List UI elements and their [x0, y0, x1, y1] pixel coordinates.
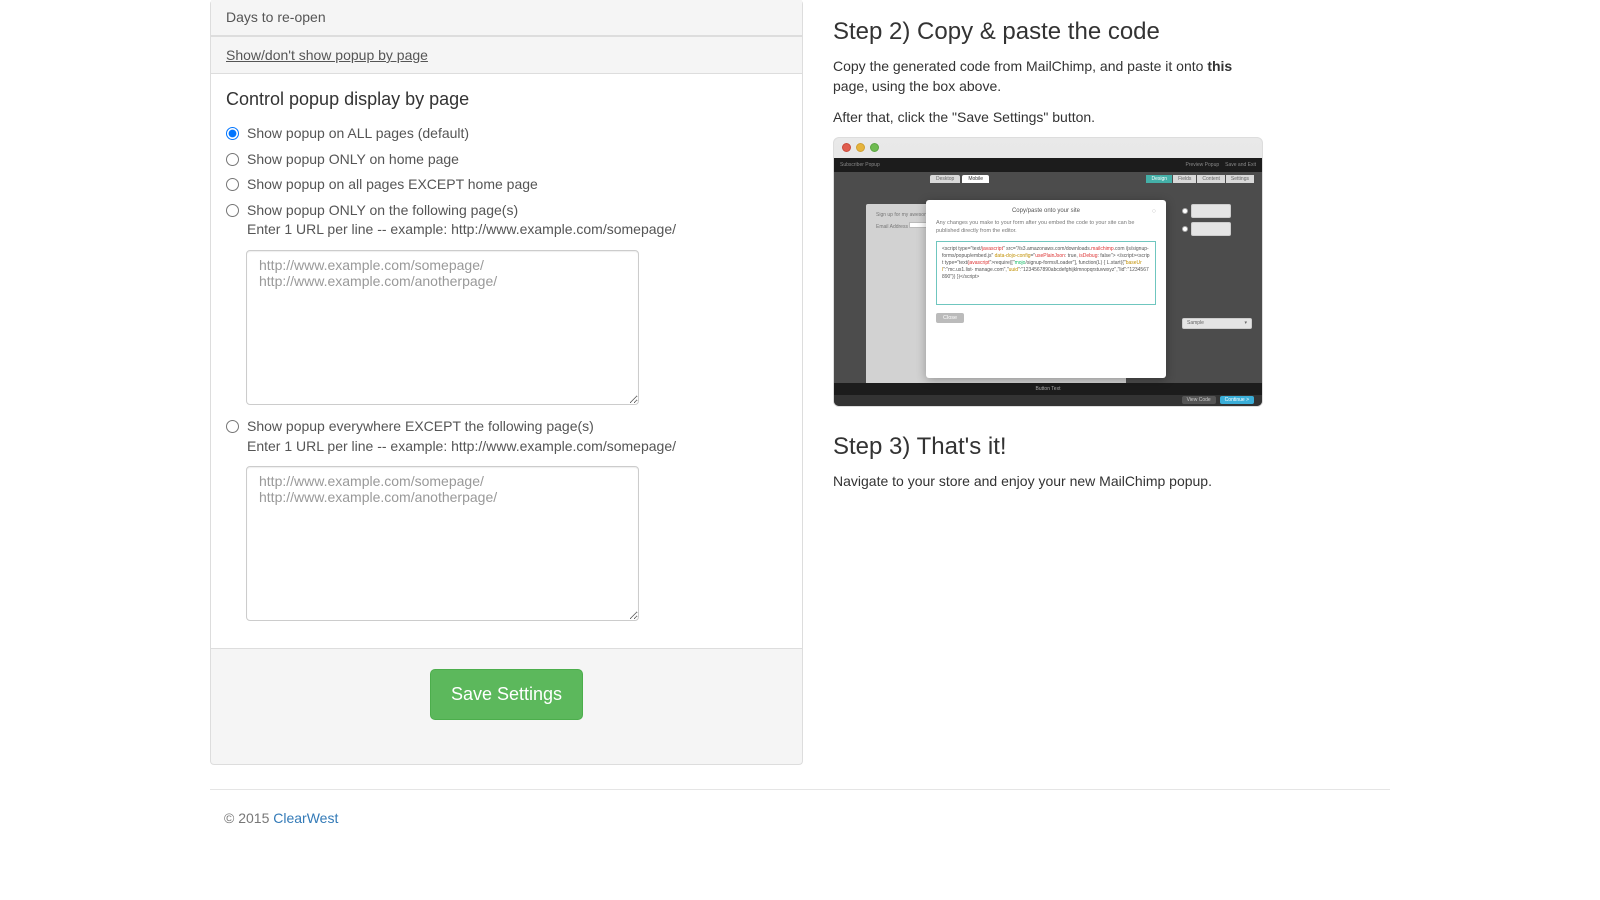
save-settings-button[interactable]: Save Settings — [430, 669, 583, 720]
page-footer: © 2015 ClearWest — [210, 789, 1390, 856]
text-bold: this — [1207, 58, 1232, 74]
ss-viewcode-btn: View Code — [1182, 396, 1216, 404]
settings-panel: Days to re-open Show/don't show popup by… — [210, 0, 803, 765]
code-frag: " src="//s3.amazonaws.com/downloads. — [1003, 246, 1091, 252]
ss-chip-content: Content — [1197, 175, 1225, 183]
code-frag: uuid — [1009, 267, 1018, 273]
radio-home-only[interactable] — [226, 153, 239, 166]
modal-close-button: Close — [936, 313, 964, 323]
step2-text-1: Copy the generated code from MailChimp, … — [833, 56, 1263, 97]
radio-except-home-label: Show popup on all pages EXCEPT home page — [247, 175, 538, 195]
code-frag: <script type="text/ — [942, 246, 982, 252]
step3-title: Step 3) That's it! — [833, 433, 1263, 461]
modal-text: Any changes you make to your form after … — [936, 220, 1156, 235]
layout-option — [1191, 204, 1231, 218]
radio-only-pages[interactable] — [226, 204, 239, 217]
ss-bottom-text: Button Text — [1036, 386, 1061, 392]
code-frag: mojo — [1015, 260, 1026, 266]
ss-tab-mobile: Mobile — [962, 175, 989, 183]
embed-code-box: <script type="text/javascript" src="//s3… — [936, 241, 1156, 305]
accordion-show-hide-by-page[interactable]: Show/don't show popup by page — [211, 36, 802, 74]
accordion-label: Show/don't show popup by page — [226, 47, 428, 63]
accordion-label: Days to re-open — [226, 9, 326, 25]
code-frag: : false"> — [1098, 253, 1116, 259]
dropdown-label: Sample — [1187, 320, 1204, 326]
text-fragment: page, using the box above. — [833, 78, 1001, 94]
radio-icon — [1182, 226, 1188, 232]
footer-link[interactable]: ClearWest — [273, 810, 338, 826]
minimize-icon — [856, 143, 865, 152]
copyright-text: © 2015 — [224, 810, 273, 826]
code-frag: : true, — [1065, 253, 1079, 259]
ss-title: Subscriber Popup — [840, 162, 880, 168]
chevron-down-icon: ▾ — [1244, 320, 1247, 326]
code-frag: data-dojo-config — [995, 253, 1031, 259]
url-hint: Enter 1 URL per line -- example: http://… — [247, 438, 676, 454]
layout-option — [1191, 222, 1231, 236]
ss-dropdown: Sample ▾ — [1182, 318, 1252, 329]
text-fragment: Copy the generated code from MailChimp, … — [833, 58, 1207, 74]
radio-home-only-label: Show popup ONLY on home page — [247, 150, 459, 170]
modal-title: Copy/paste onto your site — [1012, 208, 1080, 214]
code-frag: javascript — [968, 260, 989, 266]
step3-text: Navigate to your store and enjoy your ne… — [833, 471, 1263, 491]
accordion-days-to-reopen[interactable]: Days to re-open — [211, 0, 802, 36]
radio-except-pages-label: Show popup everywhere EXCEPT the followi… — [247, 418, 594, 434]
radio-all-pages[interactable] — [226, 127, 239, 140]
code-frag: javascript — [982, 246, 1003, 252]
only-pages-textarea[interactable] — [246, 250, 639, 405]
code-frag: .com — [1114, 246, 1125, 252]
step2-title: Step 2) Copy & paste the code — [833, 18, 1263, 46]
close-icon — [842, 143, 851, 152]
radio-except-pages[interactable] — [226, 420, 239, 433]
code-frag: })</script> — [957, 274, 980, 280]
ss-chip-design: Design — [1146, 175, 1172, 183]
except-pages-textarea[interactable] — [246, 466, 639, 621]
code-frag: mailchimp — [1091, 246, 1114, 252]
url-hint: Enter 1 URL per line -- example: http://… — [247, 221, 676, 237]
code-frag: ">require([" — [990, 260, 1015, 266]
ss-panel-line2: Email Address — [876, 224, 908, 230]
ss-save: Save and Exit — [1225, 162, 1256, 168]
radio-except-home[interactable] — [226, 178, 239, 191]
instructions-column: Step 2) Copy & paste the code Copy the g… — [833, 0, 1263, 501]
ss-chip-fields: Fields — [1173, 175, 1196, 183]
code-frag: /signup-forms/Loader"], function(L) — [1025, 260, 1102, 266]
step2-text-2: After that, click the "Save Settings" bu… — [833, 107, 1263, 127]
step2-screenshot: Subscriber Popup Preview Popup Save and … — [833, 137, 1263, 407]
code-frag: isDebug — [1079, 253, 1097, 259]
code-frag: ":"mc.us1.list- — [943, 267, 973, 273]
ss-tab-desktop: Desktop — [930, 175, 960, 183]
code-frag: manage.com"," — [975, 267, 1009, 273]
ss-preview: Preview Popup — [1186, 162, 1220, 168]
control-popup-panel: Control popup display by page Show popup… — [211, 74, 802, 649]
ss-continue-btn: Continue > — [1220, 396, 1254, 404]
ss-modal: Copy/paste onto your site ○ Any changes … — [926, 200, 1166, 378]
maximize-icon — [870, 143, 879, 152]
code-frag: { L.start({" — [1104, 260, 1126, 266]
panel-heading: Control popup display by page — [226, 89, 787, 110]
radio-all-pages-label: Show popup on ALL pages (default) — [247, 124, 469, 144]
ss-chip-settings: Settings — [1226, 175, 1254, 183]
close-icon: ○ — [1152, 208, 1156, 215]
window-titlebar — [834, 138, 1262, 158]
code-frag: usePlainJson — [1035, 253, 1065, 259]
radio-only-pages-label: Show popup ONLY on the following page(s) — [247, 202, 518, 218]
radio-icon — [1182, 208, 1188, 214]
